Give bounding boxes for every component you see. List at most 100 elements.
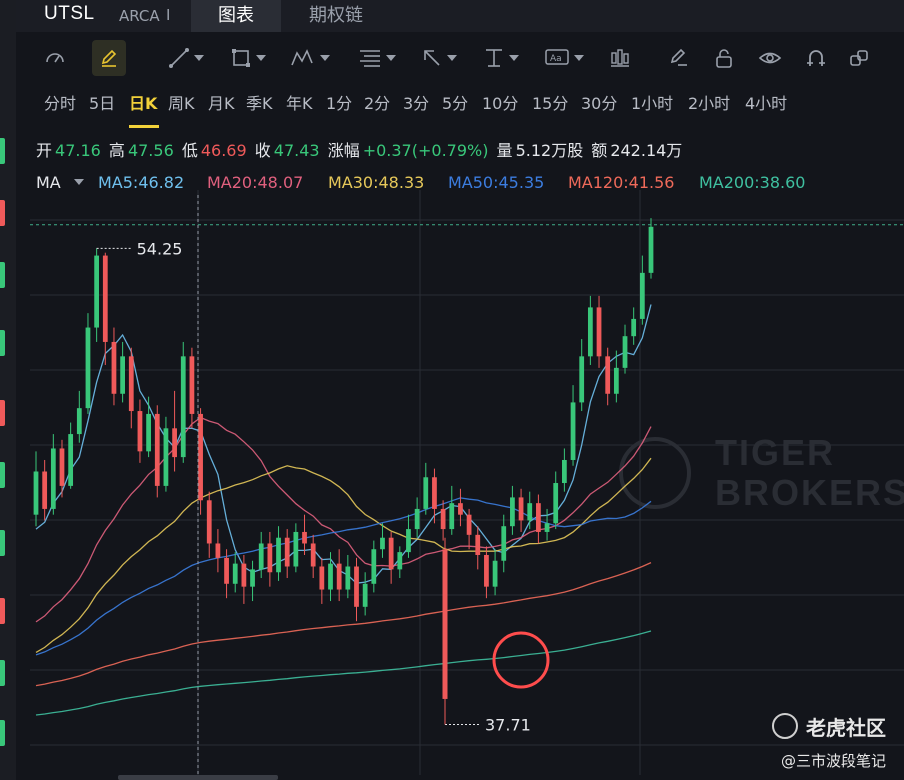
candle-body <box>561 459 567 484</box>
candle-body <box>276 537 281 573</box>
moving-average-lines <box>35 304 652 716</box>
candle-body <box>449 503 455 530</box>
candle <box>605 347 611 406</box>
period-14[interactable]: 1小时 <box>631 90 673 114</box>
candle-body <box>59 448 65 486</box>
candle <box>553 471 559 530</box>
magnet-icon[interactable] <box>805 40 827 76</box>
ma-line-30 <box>35 457 652 653</box>
period-7[interactable]: 1分 <box>326 90 352 114</box>
candle <box>310 534 316 579</box>
period-10[interactable]: 5分 <box>442 90 468 114</box>
candle <box>102 252 108 365</box>
candle <box>579 339 585 412</box>
period-9[interactable]: 3分 <box>403 90 429 114</box>
eraser-icon[interactable] <box>668 40 690 76</box>
candle-body <box>128 356 134 412</box>
period-6[interactable]: 年K <box>286 90 313 114</box>
candle-body <box>85 327 91 409</box>
candle-body <box>466 514 472 535</box>
rectangle-tool-icon[interactable] <box>230 40 266 76</box>
candle <box>518 488 524 532</box>
candle <box>180 341 186 463</box>
candle-body <box>345 566 351 590</box>
lock-icon[interactable] <box>713 40 735 76</box>
candle <box>189 347 195 429</box>
ticker-symbol: UTSL <box>44 3 95 24</box>
candle-body <box>380 537 385 550</box>
chevron-down-icon <box>386 55 396 61</box>
link-icon[interactable] <box>848 40 870 76</box>
fib-tool-icon[interactable] <box>358 40 396 76</box>
candle <box>475 526 481 570</box>
candle-body <box>328 563 333 590</box>
candle-body <box>596 307 602 357</box>
candle-body <box>544 523 550 532</box>
pattern-tool-icon[interactable] <box>290 40 330 76</box>
candle <box>414 497 420 538</box>
candle <box>544 508 550 541</box>
candle <box>336 549 342 602</box>
candle-body <box>570 402 576 460</box>
period-4[interactable]: 月K <box>208 90 235 114</box>
candle-settings-icon[interactable] <box>609 40 631 76</box>
candle <box>501 514 507 573</box>
change-label: 涨幅 <box>327 141 360 160</box>
candlestick-chart[interactable]: TIGER BROKERS 54.25 37.71 <box>0 190 904 775</box>
pencil-icon[interactable] <box>92 40 126 76</box>
candle-body <box>198 413 203 501</box>
period-3[interactable]: 周K <box>168 90 195 114</box>
candle-body <box>180 356 186 458</box>
volume-label: 量 <box>496 141 513 160</box>
candle <box>258 531 264 579</box>
candle <box>111 327 117 406</box>
horizontal-scrollbar[interactable] <box>118 775 278 780</box>
candle <box>94 248 100 342</box>
svg-text:Aa: Aa <box>550 54 562 64</box>
amount-label: 额 <box>591 141 608 160</box>
period-12[interactable]: 15分 <box>532 90 568 114</box>
candle <box>570 385 576 466</box>
chevron-down-icon <box>509 55 519 61</box>
candle-body <box>371 549 377 584</box>
candle <box>622 324 628 374</box>
candle-body <box>250 569 255 587</box>
period-0[interactable]: 分时 <box>44 90 76 114</box>
candle <box>492 549 498 596</box>
period-1[interactable]: 5日 <box>89 90 115 114</box>
measure-tool-icon[interactable] <box>483 40 519 76</box>
candle-body <box>501 526 507 561</box>
candle <box>648 218 654 279</box>
candle-body <box>414 508 420 530</box>
period-2[interactable]: 日K <box>129 90 157 114</box>
candle <box>76 390 82 443</box>
candle-body <box>631 318 637 337</box>
arrow-tool-icon[interactable] <box>421 40 457 76</box>
candle <box>50 434 56 515</box>
ma-line-120 <box>35 562 652 687</box>
period-13[interactable]: 30分 <box>581 90 617 114</box>
watermark-logo <box>619 437 691 509</box>
candle <box>466 508 472 550</box>
candle-body <box>206 500 212 544</box>
candle <box>302 514 307 555</box>
chevron-down-icon <box>574 55 584 61</box>
period-11[interactable]: 10分 <box>482 90 518 114</box>
line-tool-icon[interactable] <box>168 40 204 76</box>
tab-chart[interactable]: 图表 <box>191 0 281 32</box>
candle <box>163 416 169 492</box>
speedometer-icon[interactable] <box>44 40 66 76</box>
period-16[interactable]: 4小时 <box>745 90 787 114</box>
tab-option-chain[interactable]: 期权链 <box>291 0 381 32</box>
chevron-down-icon <box>194 55 204 61</box>
period-15[interactable]: 2小时 <box>688 90 730 114</box>
community-logo: 老虎社区 <box>772 712 886 741</box>
period-8[interactable]: 2分 <box>364 90 390 114</box>
high-label: 高 <box>108 141 125 160</box>
period-5[interactable]: 季K <box>246 90 273 114</box>
eye-icon[interactable] <box>758 40 782 76</box>
ma-line-5 <box>35 304 652 584</box>
text-tool-icon[interactable]: Aa <box>544 40 584 76</box>
community-logo-icon <box>772 713 798 739</box>
candle-body <box>536 503 541 532</box>
